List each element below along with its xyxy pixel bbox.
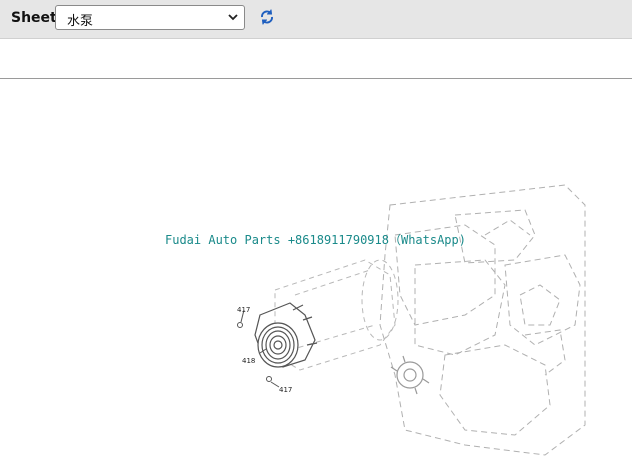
alternator-sketch xyxy=(390,355,430,395)
callout-label: 417 xyxy=(237,306,250,314)
refresh-icon[interactable] xyxy=(258,8,276,26)
callout-label: 418 xyxy=(242,357,255,365)
callout-label: 417 xyxy=(279,386,292,394)
engine-block-outline xyxy=(379,184,586,456)
water-pump xyxy=(254,302,318,368)
sheet-select[interactable]: 水泵 xyxy=(55,5,245,30)
sheet-label: Sheet xyxy=(11,10,57,26)
sheet-select-value: 水泵 xyxy=(67,14,94,29)
divider xyxy=(0,78,632,79)
parts-diagram: 417 418 417 xyxy=(237,184,586,456)
watermark-text: Fudai Auto Parts +8618911790918（WhatsApp… xyxy=(165,233,466,247)
toolbar: Sheet 水泵 xyxy=(0,0,632,39)
chevron-down-icon xyxy=(228,14,238,21)
